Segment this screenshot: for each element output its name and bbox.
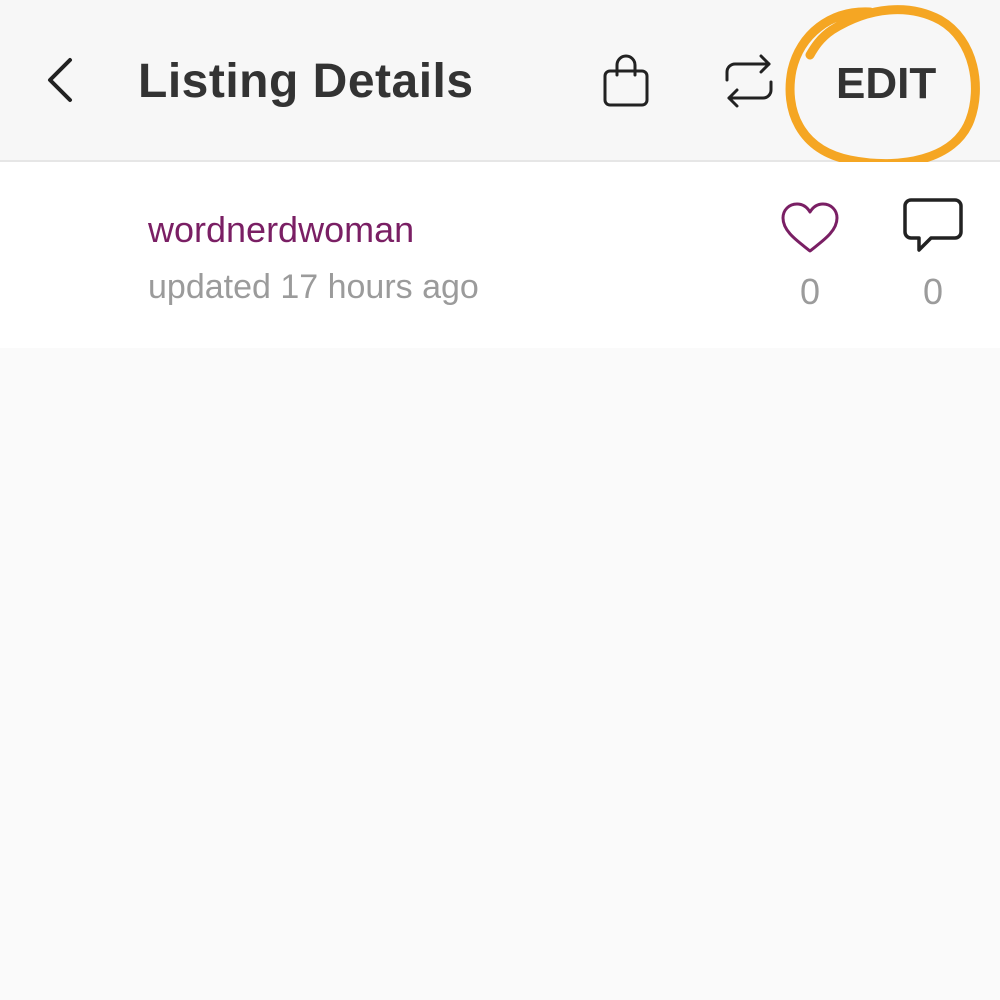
header-bar: Listing Details EDIT	[0, 0, 1000, 162]
like-count: 0	[799, 271, 821, 312]
listing-content-area	[0, 348, 1000, 1000]
listing-details-screen: Listing Details EDIT wordnerdwoman updat…	[0, 0, 1000, 1000]
edit-button[interactable]: EDIT	[836, 54, 936, 114]
comment-button[interactable]	[898, 194, 968, 258]
updated-timestamp: updated 17 hours ago	[148, 268, 479, 306]
shopping-bag-icon	[603, 54, 649, 107]
chevron-left-icon	[48, 58, 72, 102]
repost-button[interactable]	[716, 48, 782, 114]
repost-icon	[725, 54, 773, 108]
heart-icon	[781, 202, 839, 253]
seller-username[interactable]: wordnerdwoman	[148, 206, 414, 254]
listing-info-card: wordnerdwoman updated 17 hours ago 0 0	[0, 162, 1000, 348]
comment-count: 0	[922, 271, 944, 312]
comment-icon	[903, 198, 963, 252]
page-title: Listing Details	[138, 55, 474, 108]
shopping-bag-button[interactable]	[596, 50, 656, 112]
back-button[interactable]	[30, 50, 90, 110]
like-button[interactable]	[776, 198, 844, 258]
